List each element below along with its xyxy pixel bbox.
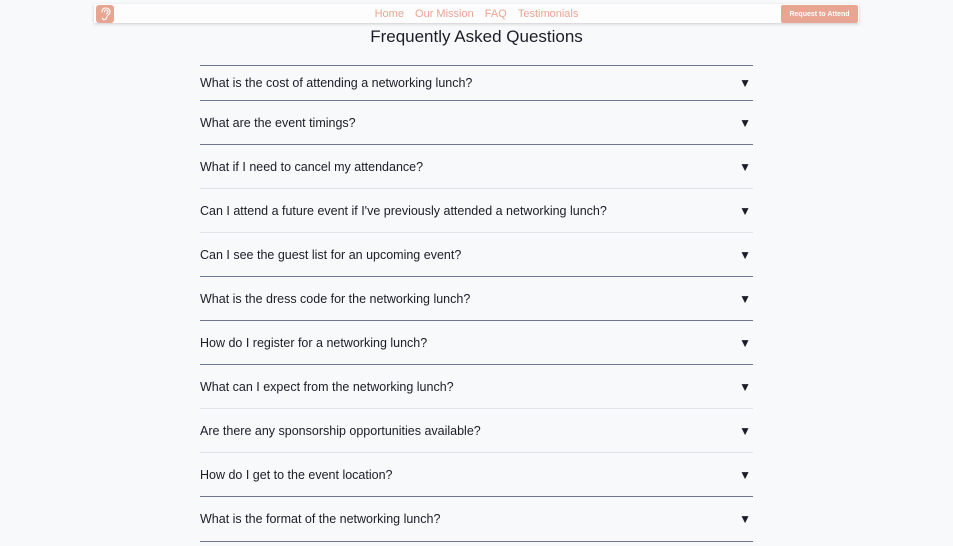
faq-list: What is the cost of attending a networki… [200, 66, 753, 540]
faq-item-register[interactable]: How do I register for a networking lunch… [200, 320, 753, 364]
faq-item-guest-list[interactable]: Can I see the guest list for an upcoming… [200, 232, 753, 276]
page-title: Frequently Asked Questions [370, 27, 583, 46]
faq-item-future-event[interactable]: Can I attend a future event if I've prev… [200, 188, 753, 232]
faq-question: What are the event timings? [200, 115, 356, 130]
faq-question: What if I need to cancel my attendance? [200, 159, 424, 174]
chevron-down-icon[interactable]: ▼ [739, 380, 751, 394]
chevron-down-icon[interactable]: ▼ [739, 512, 751, 526]
chevron-down-icon[interactable]: ▼ [739, 160, 751, 174]
faq-question: Can I see the guest list for an upcoming… [200, 247, 462, 262]
chevron-down-icon[interactable]: ▼ [739, 116, 751, 130]
chevron-down-icon[interactable]: ▼ [739, 204, 751, 218]
nav-link-our-mission[interactable]: Our Mission [415, 8, 474, 20]
faq-bottom-divider [200, 541, 753, 542]
request-to-attend-button[interactable]: Request to Attend [781, 5, 858, 23]
faq-question: Can I attend a future event if I've prev… [200, 203, 607, 218]
page-frame: Home Our Mission FAQ Testimonials Reques… [0, 0, 953, 546]
faq-item-dress-code[interactable]: What is the dress code for the networkin… [200, 276, 753, 320]
nav-link-home[interactable]: Home [375, 8, 404, 20]
faq-item-location[interactable]: How do I get to the event location? ▼ [200, 452, 753, 496]
nav-links: Home Our Mission FAQ Testimonials [94, 8, 859, 20]
faq-question: How do I register for a networking lunch… [200, 335, 428, 350]
chevron-down-icon[interactable]: ▼ [739, 292, 751, 306]
chevron-down-icon[interactable]: ▼ [739, 76, 751, 90]
faq-question: What is the cost of attending a networki… [200, 76, 473, 90]
nav-link-faq[interactable]: FAQ [485, 8, 507, 20]
faq-item-expect[interactable]: What can I expect from the networking lu… [200, 364, 753, 408]
chevron-down-icon[interactable]: ▼ [739, 248, 751, 262]
faq-question: How do I get to the event location? [200, 467, 393, 482]
nav-link-testimonials[interactable]: Testimonials [518, 8, 579, 20]
faq-item-format[interactable]: What is the format of the networking lun… [200, 496, 753, 540]
chevron-down-icon[interactable]: ▼ [739, 424, 751, 438]
faq-question: Are there any sponsorship opportunities … [200, 423, 481, 438]
navbar: Home Our Mission FAQ Testimonials Reques… [94, 4, 859, 23]
faq-item-timings[interactable]: What are the event timings? ▼ [200, 100, 753, 144]
faq-item-sponsorship[interactable]: Are there any sponsorship opportunities … [200, 408, 753, 452]
faq-item-cancel[interactable]: What if I need to cancel my attendance? … [200, 144, 753, 188]
faq-item-cost[interactable]: What is the cost of attending a networki… [200, 66, 753, 100]
faq-question: What is the format of the networking lun… [200, 511, 441, 526]
faq-question: What is the dress code for the networkin… [200, 291, 471, 306]
faq-question: What can I expect from the networking lu… [200, 379, 454, 394]
chevron-down-icon[interactable]: ▼ [739, 468, 751, 482]
chevron-down-icon[interactable]: ▼ [739, 336, 751, 350]
